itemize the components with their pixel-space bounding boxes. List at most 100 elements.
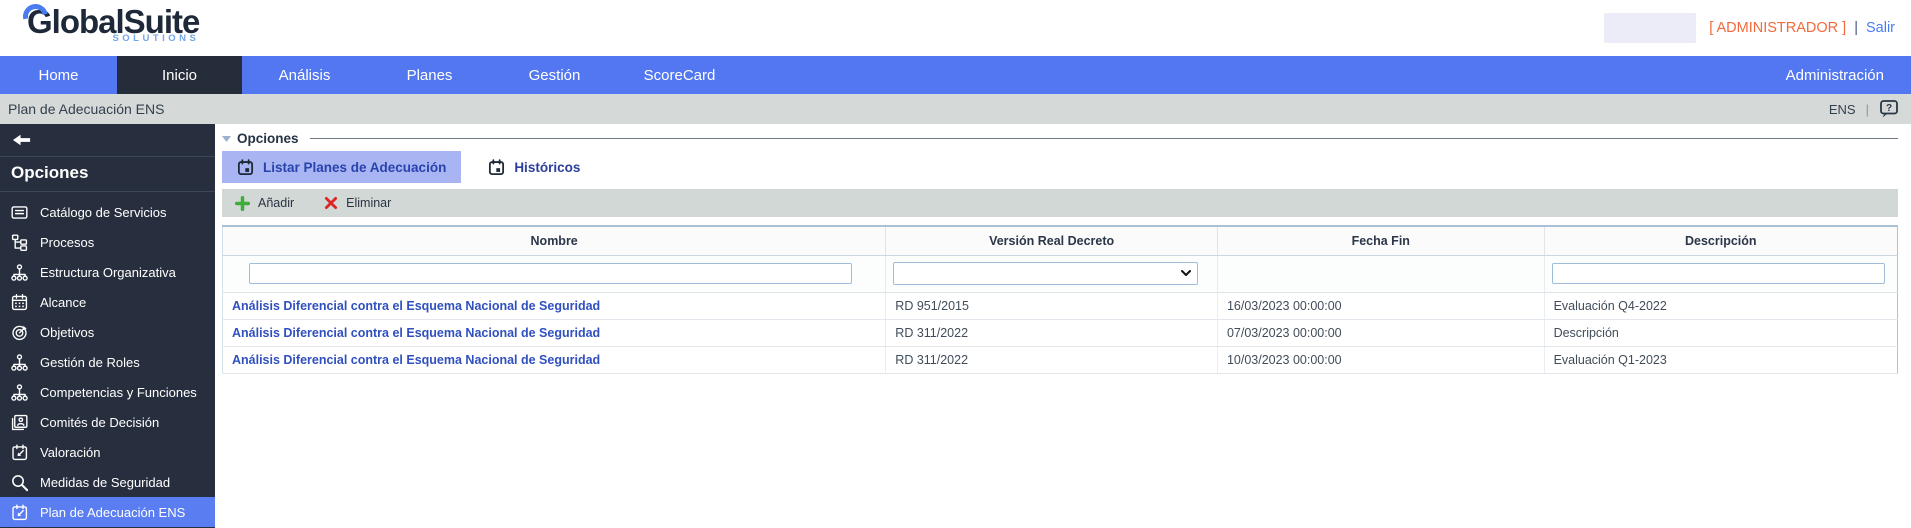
org-tree-icon [10, 263, 29, 282]
table-filter-row [223, 255, 1898, 292]
content-area: Opciones Catálogo de Servicios Procesos [0, 124, 1911, 528]
breadcrumb-bar: Plan de Adecuación ENS ENS | ? [0, 94, 1911, 124]
sidebar-item-label: Comités de Decisión [40, 415, 159, 430]
sidebar-item-label: Plan de Adecuación ENS [40, 505, 185, 520]
help-icon[interactable]: ? [1879, 99, 1899, 119]
column-header-fecha-fin: Fecha Fin [1217, 226, 1544, 255]
breadcrumb-right: ENS | ? [1829, 99, 1899, 119]
version-cell: RD 951/2015 [886, 292, 1218, 319]
descripcion-cell: Evaluación Q1-2023 [1544, 346, 1897, 373]
app-root: GlobalSuite SOLUTIONS [ ADMINISTRADOR ] … [0, 0, 1911, 528]
table-row[interactable]: Análisis Diferencial contra el Esquema N… [223, 319, 1898, 346]
table-row[interactable]: Análisis Diferencial contra el Esquema N… [223, 292, 1898, 319]
plus-icon [235, 196, 250, 211]
version-cell: RD 311/2022 [886, 319, 1218, 346]
column-header-descripcion: Descripción [1544, 226, 1897, 255]
tabs: Listar Planes de Adecuación Históricos [222, 151, 1898, 183]
tab-label: Listar Planes de Adecuación [263, 160, 446, 175]
nav-item-planes[interactable]: Planes [367, 56, 492, 94]
ens-tag: ENS [1829, 102, 1856, 117]
user-organization-box [1604, 13, 1696, 43]
svg-text:?: ? [1886, 103, 1892, 114]
sidebar-item-estructura-organizativa[interactable]: Estructura Organizativa [0, 257, 215, 287]
header-user-area: [ ADMINISTRADOR ] | Salir [1604, 13, 1895, 43]
sidebar-item-label: Objetivos [40, 325, 94, 340]
header-separator: | [1854, 20, 1858, 36]
fecha-fin-cell: 10/03/2023 00:00:00 [1217, 346, 1544, 373]
calendar-icon [237, 159, 254, 176]
nav-item-analisis[interactable]: Análisis [242, 56, 367, 94]
main-nav: Home Inicio Análisis Planes Gestión Scor… [0, 56, 1911, 94]
sidebar-item-label: Medidas de Seguridad [40, 475, 170, 490]
descripcion-filter-input[interactable] [1552, 263, 1885, 284]
nav-item-administracion[interactable]: Administración [1759, 56, 1911, 94]
plans-table: Nombre Versión Real Decreto Fecha Fin De… [222, 225, 1898, 374]
delete-button-label: Eliminar [346, 196, 391, 210]
table-header-row: Nombre Versión Real Decreto Fecha Fin De… [223, 226, 1898, 255]
sidebar: Opciones Catálogo de Servicios Procesos [0, 124, 215, 528]
sidebar-item-label: Valoración [40, 445, 100, 460]
sidebar-item-medidas-de-seguridad[interactable]: Medidas de Seguridad [0, 467, 215, 497]
sidebar-item-label: Competencias y Funciones [40, 385, 197, 400]
version-cell: RD 311/2022 [886, 346, 1218, 373]
panel-divider [310, 138, 1898, 139]
sidebar-title: Opciones [0, 157, 215, 192]
tab-label: Históricos [514, 160, 580, 175]
plan-link[interactable]: Análisis Diferencial contra el Esquema N… [232, 299, 600, 313]
arrow-left-icon [11, 131, 31, 149]
logout-link[interactable]: Salir [1866, 20, 1895, 36]
options-panel-header: Opciones [222, 131, 1898, 146]
calendar-select-icon [10, 443, 29, 462]
calendar-icon [488, 159, 505, 176]
delete-button[interactable]: Eliminar [324, 196, 391, 210]
sidebar-item-gestion-de-roles[interactable]: Gestión de Roles [0, 347, 215, 377]
sidebar-item-label: Gestión de Roles [40, 355, 140, 370]
sidebar-item-plan-de-adecuacion-ens[interactable]: Plan de Adecuación ENS [0, 497, 215, 527]
tab-historicos[interactable]: Históricos [473, 151, 595, 183]
breadcrumb-separator: | [1866, 102, 1869, 117]
process-icon [10, 233, 29, 252]
calendar-icon [10, 293, 29, 312]
logo: GlobalSuite SOLUTIONS [27, 5, 199, 44]
collapse-caret-icon[interactable] [222, 136, 231, 142]
column-header-nombre: Nombre [223, 226, 886, 255]
sidebar-item-competencias-y-funciones[interactable]: Competencias y Funciones [0, 377, 215, 407]
version-filter-select[interactable] [893, 262, 1198, 285]
add-button[interactable]: Añadir [235, 196, 294, 211]
add-button-label: Añadir [258, 196, 294, 210]
tab-listar-planes-de-adecuacion[interactable]: Listar Planes de Adecuación [222, 151, 461, 183]
catalog-icon [10, 203, 29, 222]
sidebar-item-label: Catálogo de Servicios [40, 205, 166, 220]
user-role-label: [ ADMINISTRADOR ] [1709, 20, 1846, 36]
plan-link[interactable]: Análisis Diferencial contra el Esquema N… [232, 353, 600, 367]
sidebar-item-objetivos[interactable]: Objetivos [0, 317, 215, 347]
app-header: GlobalSuite SOLUTIONS [ ADMINISTRADOR ] … [0, 0, 1911, 56]
nav-item-gestion[interactable]: Gestión [492, 56, 617, 94]
sidebar-menu: Catálogo de Servicios Procesos Estructur… [0, 197, 215, 527]
table-toolbar: Añadir Eliminar [222, 189, 1898, 217]
fecha-fin-filter-cell [1217, 255, 1544, 292]
nav-item-home[interactable]: Home [0, 56, 117, 94]
nav-item-scorecard[interactable]: ScoreCard [617, 56, 742, 94]
org-tree-icon [10, 383, 29, 402]
nombre-filter-input[interactable] [249, 263, 852, 284]
sidebar-item-valoracion[interactable]: Valoración [0, 437, 215, 467]
sidebar-item-comites-de-decision[interactable]: Comités de Decisión [0, 407, 215, 437]
descripcion-cell: Evaluación Q4-2022 [1544, 292, 1897, 319]
fecha-fin-cell: 16/03/2023 00:00:00 [1217, 292, 1544, 319]
sidebar-item-procesos[interactable]: Procesos [0, 227, 215, 257]
options-panel-title: Opciones [237, 131, 299, 146]
sidebar-item-label: Procesos [40, 235, 94, 250]
main-panel: Opciones Listar Planes de Adecuación [215, 124, 1911, 528]
sidebar-collapse-button[interactable] [0, 124, 215, 157]
plan-link[interactable]: Análisis Diferencial contra el Esquema N… [232, 326, 600, 340]
sidebar-item-alcance[interactable]: Alcance [0, 287, 215, 317]
table-row[interactable]: Análisis Diferencial contra el Esquema N… [223, 346, 1898, 373]
descripcion-cell: Descripción [1544, 319, 1897, 346]
id-card-icon [10, 413, 29, 432]
nav-item-inicio[interactable]: Inicio [117, 56, 242, 94]
column-header-version-real-decreto: Versión Real Decreto [886, 226, 1218, 255]
sidebar-item-catalogo-de-servicios[interactable]: Catálogo de Servicios [0, 197, 215, 227]
sidebar-item-label: Alcance [40, 295, 86, 310]
org-tree-icon [10, 353, 29, 372]
